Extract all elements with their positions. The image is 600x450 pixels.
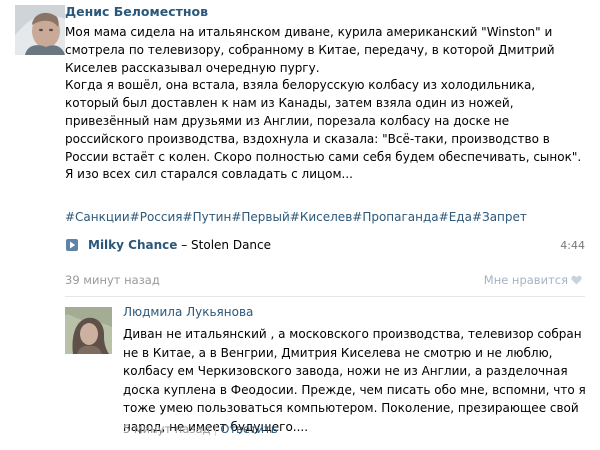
audio-track: Milky Chance – Stolen Dance — [88, 238, 271, 253]
post-paragraph: Когда я вошёл, она встала, взяла белорус… — [65, 78, 582, 164]
hashtag-link[interactable]: #Пропаганда — [352, 210, 438, 224]
audio-attachment: Milky Chance – Stolen Dance 4:44 — [65, 236, 585, 256]
author-avatar[interactable] — [15, 5, 65, 55]
post-author-link[interactable]: Денис Беломестнов — [65, 4, 208, 19]
hashtag-link[interactable]: #Россия — [130, 210, 183, 224]
hashtag-link[interactable]: #Еда — [439, 210, 472, 224]
audio-separator: – — [177, 238, 192, 252]
hashtag-link[interactable]: #Киселев — [290, 210, 352, 224]
comment-divider — [65, 296, 585, 297]
post-paragraph: Я изо всех сил старался совладать с лицо… — [65, 167, 353, 182]
post-paragraph: Моя мама сидела на итальянском диване, к… — [65, 25, 555, 75]
play-icon[interactable] — [66, 239, 78, 251]
hashtag-list: #Санкции#Россия#Путин#Первый#Киселев#Про… — [65, 209, 527, 226]
hashtag-link[interactable]: #Запрет — [472, 210, 527, 224]
audio-duration: 4:44 — [560, 239, 585, 252]
commenter-avatar[interactable] — [65, 307, 112, 354]
audio-title: Stolen Dance — [191, 238, 272, 252]
comment-timestamp[interactable]: 5 минут назад — [123, 422, 210, 436]
commenter-name-link[interactable]: Людмила Лукьянова — [123, 305, 253, 319]
reply-button[interactable]: Ответить — [220, 422, 277, 436]
heart-icon — [571, 275, 582, 285]
comment-meta: 5 минут назад | Ответить — [123, 422, 278, 436]
comment-text: Диван не итальянский , а московского про… — [123, 327, 586, 434]
post-timestamp[interactable]: 39 минут назад — [65, 273, 160, 287]
hashtag-link[interactable]: #Первый — [231, 210, 289, 224]
post-text: Моя мама сидела на итальянском диване, к… — [65, 24, 587, 184]
like-button[interactable]: Мне нравится — [484, 273, 582, 287]
meta-separator: | — [213, 422, 218, 436]
like-label: Мне нравится — [483, 273, 568, 287]
audio-artist[interactable]: Milky Chance — [88, 238, 177, 252]
hashtag-link[interactable]: #Санкции — [65, 210, 130, 224]
post-meta: 39 минут назад Мне нравится — [65, 271, 582, 289]
hashtag-link[interactable]: #Путин — [183, 210, 232, 224]
